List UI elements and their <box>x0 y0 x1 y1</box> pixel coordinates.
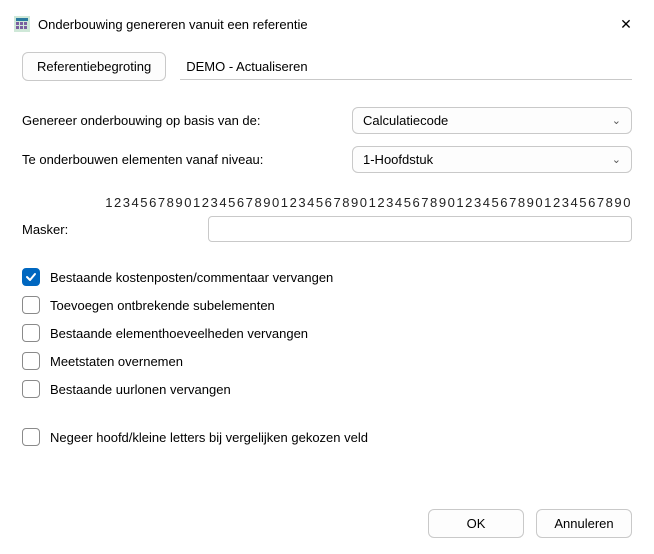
checkbox-replace_wages[interactable]: Bestaande uurlonen vervangen <box>22 380 632 398</box>
basis-label: Genereer onderbouwing op basis van de: <box>22 113 334 128</box>
dialog-footer: OK Annuleren <box>428 509 632 538</box>
level-label: Te onderbouwen elementen vanaf niveau: <box>22 152 334 167</box>
checkbox-add_missing[interactable]: Toevoegen ontbrekende subelementen <box>22 296 632 314</box>
checkbox-take_measurements[interactable]: Meetstaten overnemen <box>22 352 632 370</box>
basis-selected: Calculatiecode <box>363 113 448 128</box>
titlebar: Onderbouwing genereren vanuit een refere… <box>0 0 654 44</box>
checkbox-label: Toevoegen ontbrekende subelementen <box>50 298 275 313</box>
checkbox-label: Bestaande kostenposten/commentaar vervan… <box>50 270 333 285</box>
ok-button[interactable]: OK <box>428 509 524 538</box>
reference-budget-button[interactable]: Referentiebegroting <box>22 52 166 81</box>
level-dropdown[interactable]: 1-Hoofdstuk ⌄ <box>352 146 632 173</box>
checkbox-replace_qty[interactable]: Bestaande elementhoeveelheden vervangen <box>22 324 632 342</box>
checkbox-box <box>22 324 40 342</box>
mask-ruler: 1234567890123456789012345678901234567890… <box>101 195 632 210</box>
checkbox-replace_costposts[interactable]: Bestaande kostenposten/commentaar vervan… <box>22 268 632 286</box>
mask-input[interactable] <box>208 216 632 242</box>
reference-row: Referentiebegroting DEMO - Actualiseren <box>22 52 632 81</box>
checkbox-label: Negeer hoofd/kleine letters bij vergelij… <box>50 430 368 445</box>
checkbox-group: Bestaande kostenposten/commentaar vervan… <box>22 268 632 446</box>
level-selected: 1-Hoofdstuk <box>363 152 433 167</box>
checkbox-box <box>22 268 40 286</box>
ruler-row: 1234567890123456789012345678901234567890… <box>22 195 632 210</box>
checkbox-box <box>22 296 40 314</box>
checkbox-box <box>22 380 40 398</box>
cancel-button[interactable]: Annuleren <box>536 509 632 538</box>
app-icon <box>14 16 30 32</box>
level-row: Te onderbouwen elementen vanaf niveau: 1… <box>22 146 632 173</box>
chevron-down-icon: ⌄ <box>612 153 621 166</box>
mask-row: Masker: <box>22 216 632 242</box>
checkbox-label: Bestaande uurlonen vervangen <box>50 382 231 397</box>
mask-label: Masker: <box>22 222 190 237</box>
checkbox-label: Meetstaten overnemen <box>50 354 183 369</box>
chevron-down-icon: ⌄ <box>612 114 621 127</box>
reference-budget-value: DEMO - Actualiseren <box>180 54 632 80</box>
checkbox-box <box>22 352 40 370</box>
dialog-content: Referentiebegroting DEMO - Actualiseren … <box>0 44 654 446</box>
checkbox-label: Bestaande elementhoeveelheden vervangen <box>50 326 308 341</box>
close-button[interactable]: ✕ <box>612 10 640 38</box>
basis-dropdown[interactable]: Calculatiecode ⌄ <box>352 107 632 134</box>
close-icon: ✕ <box>620 17 632 31</box>
checkbox-box <box>22 428 40 446</box>
basis-row: Genereer onderbouwing op basis van de: C… <box>22 107 632 134</box>
window-title: Onderbouwing genereren vanuit een refere… <box>38 17 604 32</box>
checkbox-gap <box>22 408 632 418</box>
checkbox-ignore_case[interactable]: Negeer hoofd/kleine letters bij vergelij… <box>22 428 632 446</box>
